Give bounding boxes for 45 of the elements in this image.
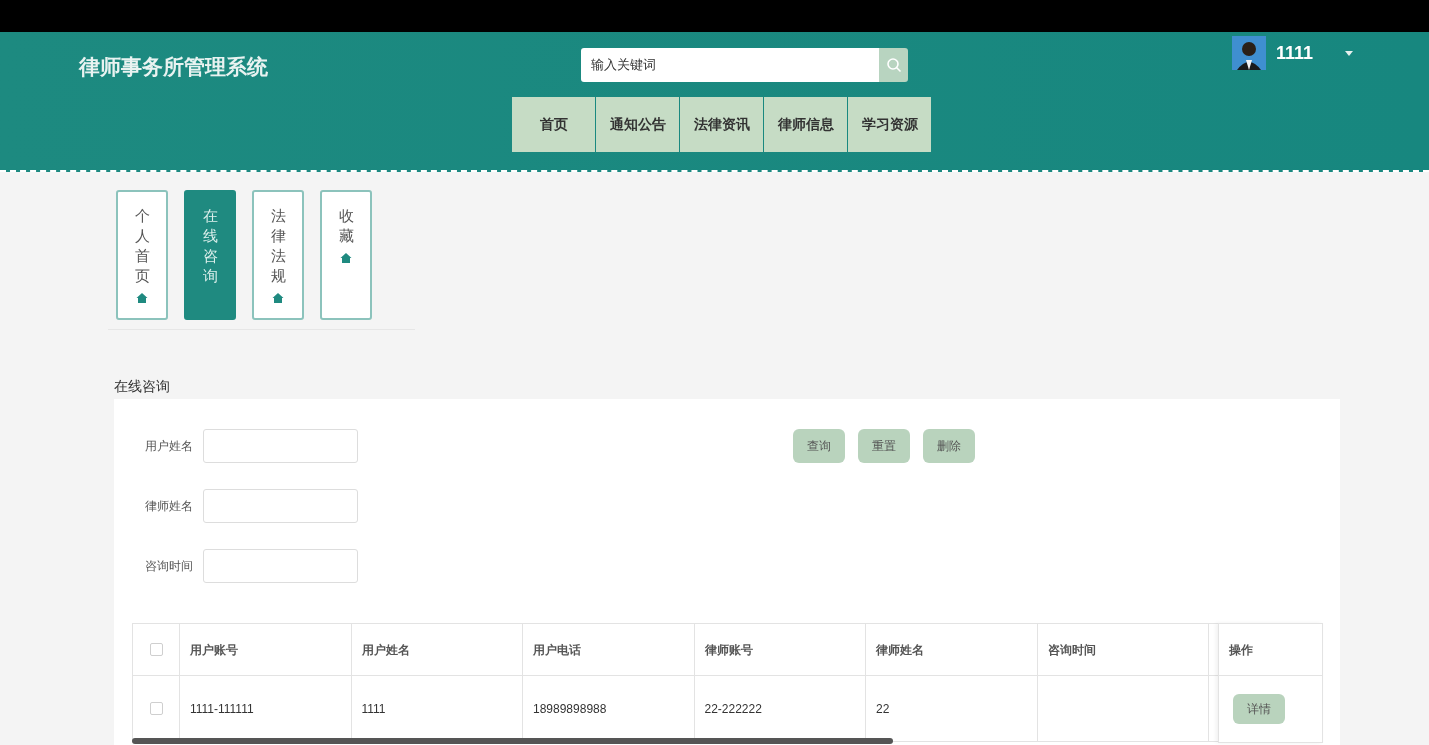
filter-field[interactable]	[203, 429, 358, 463]
house-icon	[272, 292, 284, 304]
house-icon	[340, 252, 352, 264]
side-tab[interactable]: 个人首页	[116, 190, 168, 320]
filter-label: 咨询时间	[145, 558, 193, 575]
checkbox[interactable]	[149, 643, 163, 656]
column-header: 用户姓名	[361, 641, 410, 659]
column-header: 律师姓名	[876, 641, 924, 659]
nav-item[interactable]: 学习资源	[848, 97, 931, 152]
side-tab[interactable]: 法律法规	[252, 190, 304, 320]
action-button[interactable]: 重置	[858, 429, 910, 463]
table-cell-text: 22-222222	[704, 700, 762, 718]
search-field[interactable]: 输入关键词	[581, 48, 879, 82]
avatar[interactable]	[1232, 36, 1266, 70]
table-cell-text: 1111	[361, 700, 386, 718]
column-header: 用户账号	[190, 641, 238, 659]
section-title: 在线咨询	[114, 377, 170, 396]
checkbox[interactable]	[149, 702, 163, 715]
column-header: 操作	[1229, 641, 1253, 659]
side-tab[interactable]: 在线咨询	[184, 190, 236, 320]
search-button[interactable]	[879, 48, 908, 82]
action-button[interactable]: 删除	[923, 429, 975, 463]
search-icon	[885, 57, 902, 73]
filter-field[interactable]	[203, 549, 358, 583]
scrollbar[interactable]	[132, 738, 893, 744]
column-header: 咨询时间	[1047, 641, 1096, 659]
table-cell-text: 1111-111111	[190, 700, 254, 718]
details-button[interactable]: 详情	[1233, 694, 1285, 724]
table-cell-text: 22	[876, 700, 890, 718]
side-tab[interactable]: 收藏	[320, 190, 372, 320]
nav-item[interactable]: 通知公告	[596, 97, 679, 152]
column-header: 律师账号	[704, 641, 753, 659]
filter-label: 用户姓名	[145, 438, 193, 455]
nav-item[interactable]: 律师信息	[764, 97, 847, 152]
filter-label: 律师姓名	[145, 498, 193, 515]
action-button[interactable]: 查询	[793, 429, 845, 463]
house-icon	[136, 292, 148, 304]
nav-item[interactable]: 法律资讯	[680, 97, 763, 152]
caret-icon[interactable]	[1345, 50, 1354, 56]
table-cell-text: 18989898988	[533, 700, 607, 718]
user-name[interactable]: 1111	[1276, 39, 1314, 67]
filter-field[interactable]	[203, 489, 358, 523]
column-header: 用户电话	[533, 641, 581, 659]
site-title: 律师事务所管理系统	[79, 54, 269, 80]
nav-item[interactable]: 首页	[512, 97, 595, 152]
